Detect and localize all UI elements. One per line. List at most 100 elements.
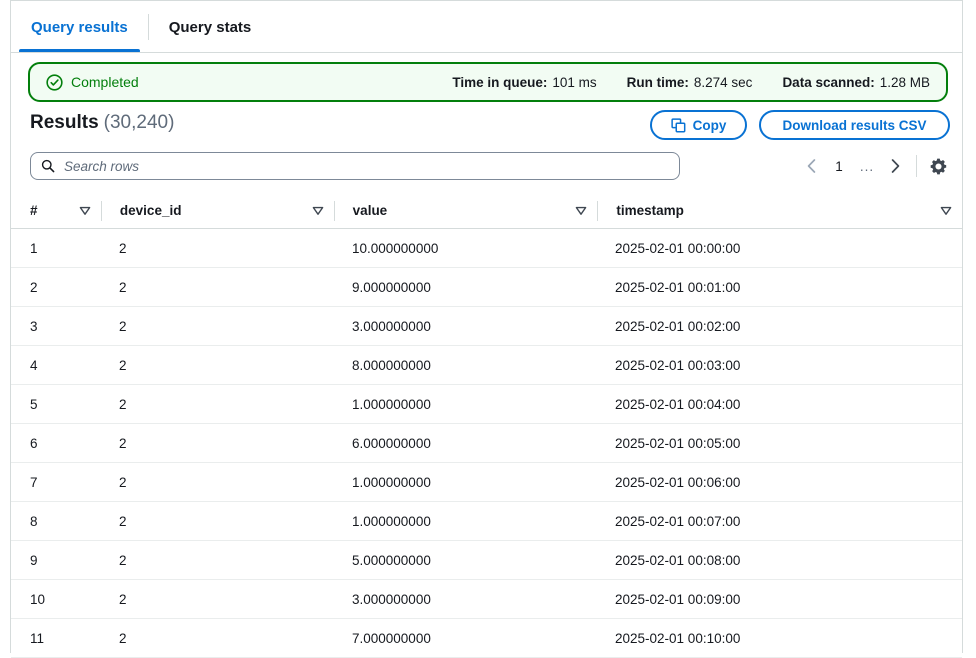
cell-device_id: 2 (119, 240, 127, 256)
cell-timestamp: 2025-02-01 00:01:00 (615, 279, 741, 295)
table-row[interactable]: 6 2 6.000000000 2025-02-01 00:05:00 (11, 424, 962, 463)
cell-timestamp: 2025-02-01 00:02:00 (615, 318, 741, 334)
cell-timestamp: 2025-02-01 00:10:00 (615, 630, 741, 646)
results-title-text: Results (30, 112, 99, 133)
table-row[interactable]: 10 2 3.000000000 2025-02-01 00:09:00 (11, 580, 962, 619)
pagination: 1 ... (798, 152, 951, 180)
cell-value: 6.000000000 (352, 435, 431, 451)
pagination-ellipsis[interactable]: ... (854, 153, 880, 179)
query-status-alert: Completed Time in queue: 101 ms Run time:… (28, 62, 948, 102)
cell-num: 7 (30, 474, 38, 490)
table-row[interactable]: 7 2 1.000000000 2025-02-01 00:06:00 (11, 463, 962, 502)
search-icon (41, 159, 55, 173)
next-page-button[interactable] (882, 153, 908, 179)
download-button-label: Download results CSV (782, 117, 927, 133)
results-count: (30,240) (103, 112, 175, 133)
column-header-timestamp-label: timestamp (616, 203, 684, 218)
cell-value: 1.000000000 (352, 396, 431, 412)
metric-data-scanned-label: Data scanned: (782, 74, 875, 90)
column-header-value[interactable]: value (335, 193, 598, 228)
table-header-row: # device_id value timestamp (11, 193, 962, 229)
tab-bar: Query results Query stats (11, 1, 962, 53)
cell-timestamp: 2025-02-01 00:03:00 (615, 357, 741, 373)
metric-time-in-queue: Time in queue: 101 ms (452, 75, 596, 90)
cell-timestamp: 2025-02-01 00:09:00 (615, 591, 741, 607)
cell-num: 6 (30, 435, 38, 451)
page-number-1[interactable]: 1 (826, 153, 852, 179)
table-row[interactable]: 4 2 8.000000000 2025-02-01 00:03:00 (11, 346, 962, 385)
cell-device_id: 2 (119, 396, 127, 412)
cell-num: 3 (30, 318, 38, 334)
cell-device_id: 2 (119, 630, 127, 646)
sort-icon-num[interactable] (79, 205, 91, 217)
tab-query-stats[interactable]: Query stats (149, 1, 272, 53)
cell-num: 9 (30, 552, 38, 568)
alert-status-group: Completed (46, 73, 139, 91)
cell-value: 3.000000000 (352, 318, 431, 334)
table-row[interactable]: 11 2 7.000000000 2025-02-01 00:10:00 (11, 619, 962, 658)
search-input[interactable] (64, 158, 669, 174)
column-header-num[interactable]: # (11, 193, 101, 228)
column-header-value-label: value (352, 203, 388, 218)
tab-query-results[interactable]: Query results (11, 1, 148, 53)
cell-timestamp: 2025-02-01 00:05:00 (615, 435, 741, 451)
cell-value: 8.000000000 (352, 357, 431, 373)
cell-timestamp: 2025-02-01 00:07:00 (615, 513, 741, 529)
cell-num: 10 (30, 591, 46, 607)
column-header-device-id-label: device_id (119, 203, 182, 218)
cell-value: 1.000000000 (352, 474, 431, 490)
metric-run-time-label: Run time: (626, 74, 689, 90)
previous-page-button[interactable] (798, 153, 824, 179)
table-row[interactable]: 3 2 3.000000000 2025-02-01 00:02:00 (11, 307, 962, 346)
gear-icon (930, 158, 946, 174)
cell-value: 7.000000000 (352, 630, 431, 646)
cell-timestamp: 2025-02-01 00:00:00 (615, 240, 741, 256)
chevron-right-icon (891, 159, 899, 173)
cell-num: 5 (30, 396, 38, 412)
table-row[interactable]: 1 2 10.000000000 2025-02-01 00:00:00 (11, 229, 962, 268)
query-metrics: Time in queue: 101 ms Run time: 8.274 sec … (452, 75, 930, 90)
cell-num: 4 (30, 357, 38, 373)
tab-query-results-label: Query results (31, 18, 128, 36)
results-table: # device_id value timestamp 1 2 10.00000… (11, 193, 962, 658)
cell-num: 11 (30, 630, 45, 646)
cell-timestamp: 2025-02-01 00:06:00 (615, 474, 741, 490)
sort-icon-device-id[interactable] (312, 205, 324, 217)
cell-value: 1.000000000 (352, 513, 431, 529)
metric-time-in-queue-value: 101 ms (552, 74, 597, 90)
cell-value: 10.000000000 (352, 240, 439, 256)
table-row[interactable]: 2 2 9.000000000 2025-02-01 00:01:00 (11, 268, 962, 307)
cell-device_id: 2 (119, 357, 127, 373)
metric-run-time-value: 8.274 sec (693, 74, 753, 90)
cell-device_id: 2 (119, 513, 127, 529)
table-preferences-button[interactable] (925, 153, 951, 179)
cell-device_id: 2 (119, 474, 127, 490)
download-results-csv-button[interactable]: Download results CSV (759, 110, 950, 140)
table-row[interactable]: 8 2 1.000000000 2025-02-01 00:07:00 (11, 502, 962, 541)
sort-icon-value[interactable] (575, 205, 587, 217)
sort-icon-timestamp[interactable] (940, 205, 952, 217)
copy-button[interactable]: Copy (650, 110, 747, 140)
cell-value: 9.000000000 (352, 279, 431, 295)
cell-device_id: 2 (119, 318, 127, 334)
tab-query-stats-label: Query stats (168, 18, 252, 36)
metric-data-scanned: Data scanned: 1.28 MB (782, 75, 930, 90)
copy-icon (671, 117, 686, 132)
pagination-divider (916, 155, 917, 177)
cell-value: 5.000000000 (352, 552, 431, 568)
query-results-panel: Query results Query stats Completed Time… (0, 0, 976, 658)
cell-device_id: 2 (119, 552, 127, 568)
metric-data-scanned-value: 1.28 MB (879, 74, 930, 90)
column-header-timestamp[interactable]: timestamp (598, 193, 962, 228)
panel-right-border (962, 0, 963, 653)
cell-value: 3.000000000 (352, 591, 431, 607)
cell-timestamp: 2025-02-01 00:08:00 (615, 552, 741, 568)
cell-num: 1 (30, 240, 38, 256)
copy-button-label: Copy (692, 117, 727, 133)
search-box[interactable] (30, 152, 680, 180)
column-header-device-id[interactable]: device_id (102, 193, 334, 228)
table-row[interactable]: 5 2 1.000000000 2025-02-01 00:04:00 (11, 385, 962, 424)
chevron-left-icon (807, 159, 815, 173)
cell-device_id: 2 (119, 591, 127, 607)
table-row[interactable]: 9 2 5.000000000 2025-02-01 00:08:00 (11, 541, 962, 580)
